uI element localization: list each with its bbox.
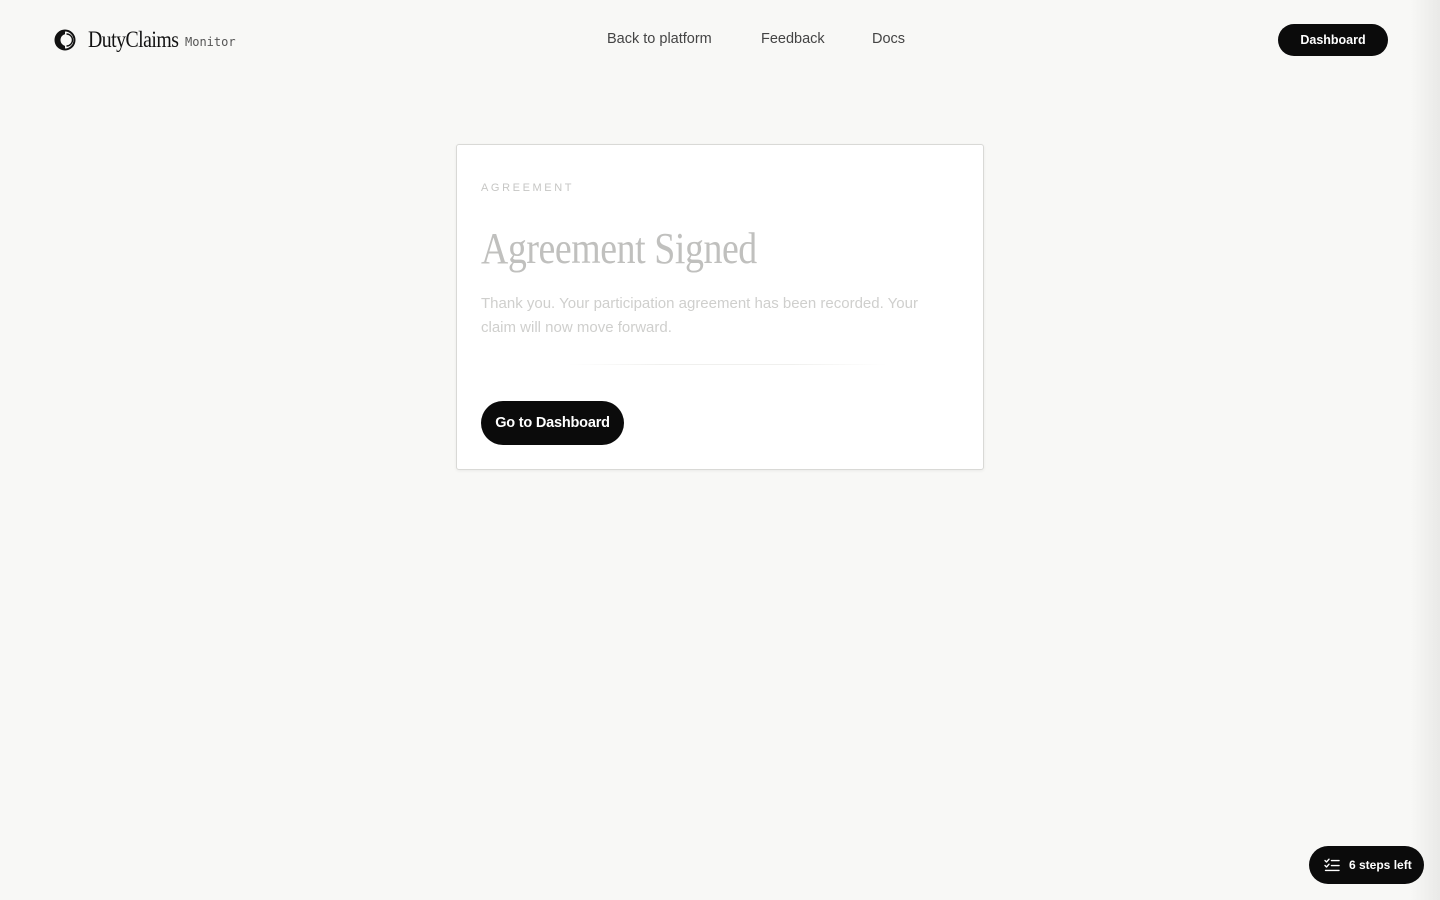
- card-title: Agreement Signed: [481, 224, 757, 273]
- nav-docs[interactable]: Docs: [872, 31, 905, 47]
- dashboard-button[interactable]: Dashboard: [1278, 24, 1388, 56]
- right-edge-shadow: [1410, 0, 1440, 900]
- go-to-dashboard-button[interactable]: Go to Dashboard: [481, 401, 624, 445]
- agreement-card: AGREEMENT Agreement Signed Thank you. Yo…: [456, 144, 984, 470]
- brand[interactable]: DutyClaims Monitor: [54, 27, 236, 53]
- steps-left-label: 6 steps left: [1349, 858, 1412, 872]
- checklist-icon: [1324, 858, 1340, 872]
- card-divider: [567, 364, 887, 365]
- nav-back-to-platform[interactable]: Back to platform: [607, 31, 712, 47]
- brand-name: DutyClaims: [88, 27, 179, 52]
- steps-left-pill[interactable]: 6 steps left: [1309, 846, 1424, 884]
- brand-subtitle: Monitor: [185, 35, 236, 49]
- nav-feedback[interactable]: Feedback: [761, 31, 825, 47]
- card-description: Thank you. Your participation agreement …: [481, 295, 918, 336]
- top-navigation-bar: DutyClaims Monitor Back to platform Feed…: [0, 0, 1440, 80]
- card-eyebrow: AGREEMENT: [481, 182, 575, 194]
- logo-icon: [54, 29, 76, 51]
